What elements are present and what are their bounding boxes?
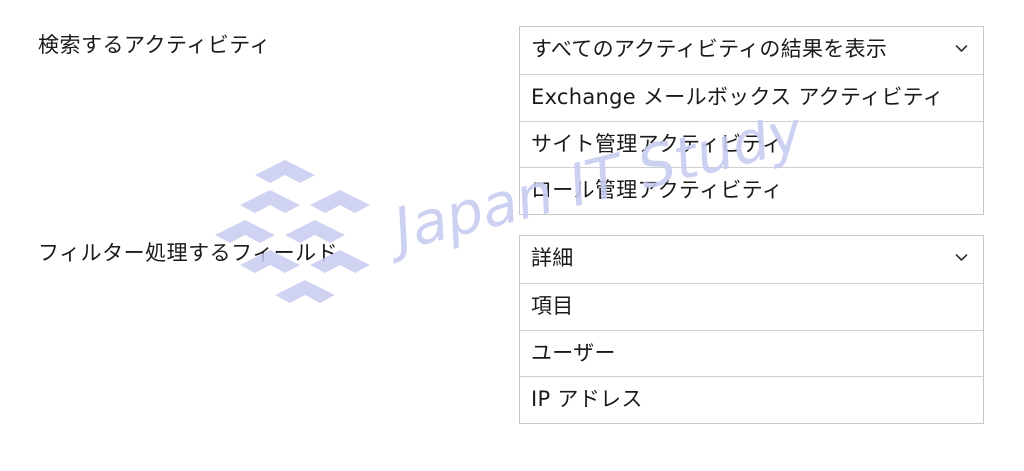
option-label: ユーザー <box>531 340 616 365</box>
filter-field-label: フィルター処理するフィールド <box>38 241 339 265</box>
filter-option-item[interactable]: 項目 <box>520 282 983 330</box>
chevron-down-icon[interactable] <box>955 253 968 262</box>
filter-field-selected-value: 詳細 <box>531 246 574 270</box>
activity-search-selected-value: すべてのアクティビティの結果を表示 <box>531 37 888 61</box>
chevron-down-icon[interactable] <box>955 44 968 53</box>
option-label: サイト管理アクティビティ <box>531 131 784 156</box>
activity-search-select[interactable]: すべてのアクティビティの結果を表示 <box>520 27 983 74</box>
option-label: IP アドレス <box>531 387 643 412</box>
filter-field-list: 詳細 項目 ユーザー IP アドレス <box>519 235 984 424</box>
option-label: 項目 <box>531 293 574 318</box>
filter-option-user[interactable]: ユーザー <box>520 329 983 377</box>
filter-field-select[interactable]: 詳細 <box>520 236 983 283</box>
activity-search-label: 検索するアクティビティ <box>38 33 271 57</box>
activity-option-exchange-mailbox[interactable]: Exchange メールボックス アクティビティ <box>520 73 983 121</box>
chevron-logo-icon <box>215 160 370 303</box>
activity-option-site-admin[interactable]: サイト管理アクティビティ <box>520 120 983 168</box>
option-label: ロール管理アクティビティ <box>531 178 784 203</box>
option-label: Exchange メールボックス アクティビティ <box>531 84 944 109</box>
filter-option-ip-address[interactable]: IP アドレス <box>520 376 983 423</box>
activity-search-list: すべてのアクティビティの結果を表示 Exchange メールボックス アクティビ… <box>519 26 984 215</box>
activity-option-role-admin[interactable]: ロール管理アクティビティ <box>520 167 983 214</box>
